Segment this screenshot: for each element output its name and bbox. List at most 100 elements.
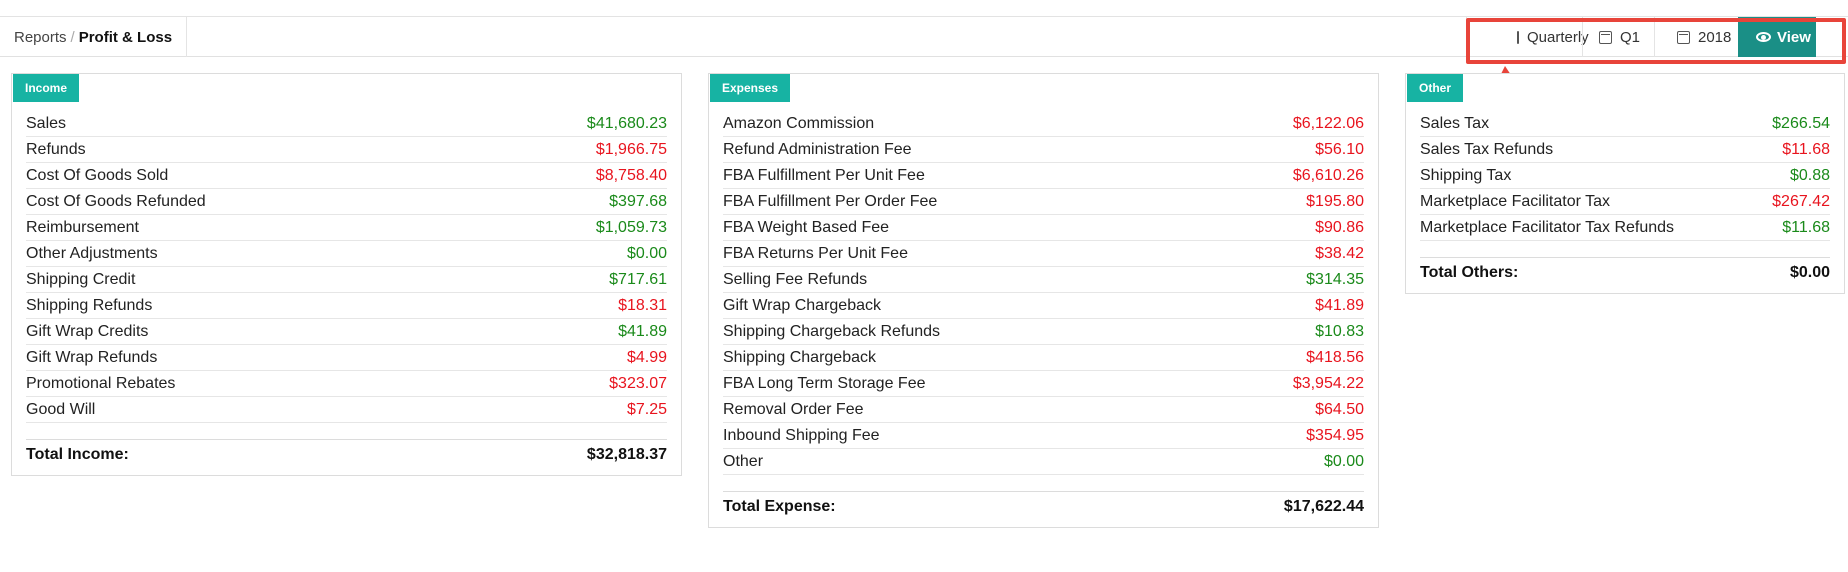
calendar-icon bbox=[1599, 30, 1612, 44]
row-value: $18.31 bbox=[618, 296, 667, 314]
table-row: FBA Fulfillment Per Order Fee $195.80 bbox=[723, 189, 1364, 215]
income-rows: Sales $41,680.23 Refunds $1,966.75 Cost Of G… bbox=[26, 111, 667, 423]
row-value: $7.25 bbox=[626, 400, 667, 418]
row-label: Gift Wrap Credits bbox=[26, 322, 149, 340]
period-select[interactable]: Quarterly bbox=[1466, 17, 1589, 57]
table-row: Gift Wrap Chargeback $41.89 bbox=[723, 293, 1364, 319]
row-value: $418.56 bbox=[1306, 348, 1364, 366]
row-value: $3,954.22 bbox=[1292, 374, 1364, 392]
row-value: $1,966.75 bbox=[595, 140, 667, 158]
period-label: Quarterly bbox=[1527, 28, 1589, 46]
row-label: Marketplace Facilitator Tax Refunds bbox=[1420, 218, 1675, 236]
row-label: FBA Long Term Storage Fee bbox=[723, 374, 926, 392]
expenses-panel: Expenses Amazon Commission $6,122.06 Refun… bbox=[708, 73, 1379, 528]
total-others-value: $0.00 bbox=[1789, 263, 1830, 281]
row-value: $397.68 bbox=[609, 192, 667, 210]
breadcrumb-current: Profit & Loss bbox=[78, 28, 173, 46]
year-select[interactable]: 2018 bbox=[1654, 17, 1738, 57]
row-label: Shipping Credit bbox=[26, 270, 136, 288]
total-income-label: Total Income: bbox=[26, 445, 129, 463]
row-value: $11.68 bbox=[1782, 218, 1830, 236]
income-total-row: Total Income: $32,818.37 bbox=[26, 439, 667, 469]
row-label: Other Adjustments bbox=[26, 244, 158, 262]
row-value: $195.80 bbox=[1306, 192, 1364, 210]
other-rows: Sales Tax $266.54 Sales Tax Refunds $11.68 S… bbox=[1420, 111, 1830, 241]
total-others-label: Total Others: bbox=[1420, 263, 1519, 281]
other-panel: Other Sales Tax $266.54 Sales Tax Refunds $… bbox=[1405, 73, 1845, 294]
table-row: Refunds $1,966.75 bbox=[26, 137, 667, 163]
table-row: Shipping Credit $717.61 bbox=[26, 267, 667, 293]
row-label: Promotional Rebates bbox=[26, 374, 176, 392]
row-label: Reimbursement bbox=[26, 218, 139, 236]
table-row: Promotional Rebates $323.07 bbox=[26, 371, 667, 397]
quarter-label: Q1 bbox=[1620, 28, 1641, 46]
row-label: Amazon Commission bbox=[723, 114, 875, 132]
eye-icon bbox=[1756, 32, 1771, 42]
row-label: FBA Fulfillment Per Order Fee bbox=[723, 192, 938, 210]
breadcrumb-reports-link[interactable]: Reports bbox=[14, 29, 67, 46]
table-row: Other Adjustments $0.00 bbox=[26, 241, 667, 267]
income-tag: Income bbox=[13, 74, 80, 102]
row-value: $64.50 bbox=[1315, 400, 1364, 418]
row-value: $38.42 bbox=[1315, 244, 1364, 262]
calendar-icon bbox=[1677, 30, 1690, 44]
quarter-select[interactable]: Q1 bbox=[1582, 17, 1654, 57]
row-value: $6,610.26 bbox=[1292, 166, 1364, 184]
row-value: $10.83 bbox=[1315, 322, 1364, 340]
table-row: Good Will $7.25 bbox=[26, 397, 667, 423]
table-row: Reimbursement $1,059.73 bbox=[26, 215, 667, 241]
table-row: Sales Tax Refunds $11.68 bbox=[1420, 137, 1830, 163]
row-value: $90.86 bbox=[1315, 218, 1364, 236]
income-panel: Income Sales $41,680.23 Refunds $1,966.75 Co… bbox=[11, 73, 682, 476]
row-label: FBA Fulfillment Per Unit Fee bbox=[723, 166, 925, 184]
row-label: Cost Of Goods Sold bbox=[26, 166, 169, 184]
report-filters: Quarterly Q1 2018 View bbox=[1466, 17, 1816, 57]
row-value: $11.68 bbox=[1782, 140, 1830, 158]
row-label: FBA Weight Based Fee bbox=[723, 218, 890, 236]
row-value: $56.10 bbox=[1315, 140, 1364, 158]
row-label: Selling Fee Refunds bbox=[723, 270, 868, 288]
table-row: Selling Fee Refunds $314.35 bbox=[723, 267, 1364, 293]
table-row: Shipping Chargeback $418.56 bbox=[723, 345, 1364, 371]
table-row: Shipping Tax $0.88 bbox=[1420, 163, 1830, 189]
breadcrumb-separator: / bbox=[70, 28, 75, 46]
row-value: $6,122.06 bbox=[1292, 114, 1364, 132]
table-row: Sales Tax $266.54 bbox=[1420, 111, 1830, 137]
year-label: 2018 bbox=[1698, 28, 1732, 46]
row-label: Gift Wrap Refunds bbox=[26, 348, 158, 366]
row-label: Refunds bbox=[26, 140, 86, 158]
other-tag: Other bbox=[1407, 74, 1464, 102]
view-button[interactable]: View bbox=[1738, 17, 1816, 57]
table-row: Marketplace Facilitator Tax Refunds $11.6… bbox=[1420, 215, 1830, 241]
table-row: Amazon Commission $6,122.06 bbox=[723, 111, 1364, 137]
total-income-value: $32,818.37 bbox=[586, 445, 667, 463]
row-label: Shipping Chargeback bbox=[723, 348, 876, 366]
row-label: Shipping Tax bbox=[1420, 166, 1512, 184]
row-value: $41.89 bbox=[618, 322, 667, 340]
table-row: Inbound Shipping Fee $354.95 bbox=[723, 423, 1364, 449]
table-row: FBA Returns Per Unit Fee $38.42 bbox=[723, 241, 1364, 267]
table-row: Sales $41,680.23 bbox=[26, 111, 667, 137]
table-row: FBA Fulfillment Per Unit Fee $6,610.26 bbox=[723, 163, 1364, 189]
row-value: $8,758.40 bbox=[595, 166, 667, 184]
table-row: Shipping Chargeback Refunds $10.83 bbox=[723, 319, 1364, 345]
row-label: Shipping Chargeback Refunds bbox=[723, 322, 941, 340]
row-value: $41,680.23 bbox=[586, 114, 667, 132]
row-value: $1,059.73 bbox=[595, 218, 667, 236]
row-value: $267.42 bbox=[1772, 192, 1830, 210]
row-label: Marketplace Facilitator Tax bbox=[1420, 192, 1610, 210]
table-row: Shipping Refunds $18.31 bbox=[26, 293, 667, 319]
row-label: FBA Returns Per Unit Fee bbox=[723, 244, 908, 262]
row-label: Shipping Refunds bbox=[26, 296, 153, 314]
row-label: Cost Of Goods Refunded bbox=[26, 192, 206, 210]
row-label: Good Will bbox=[26, 400, 96, 418]
total-expense-label: Total Expense: bbox=[723, 497, 836, 515]
row-value: $41.89 bbox=[1315, 296, 1364, 314]
table-row: Refund Administration Fee $56.10 bbox=[723, 137, 1364, 163]
row-value: $4.99 bbox=[626, 348, 667, 366]
row-value: $0.00 bbox=[1323, 452, 1364, 470]
row-value: $0.00 bbox=[626, 244, 667, 262]
row-value: $266.54 bbox=[1772, 114, 1830, 132]
row-label: Sales Tax Refunds bbox=[1420, 140, 1554, 158]
table-row: Gift Wrap Refunds $4.99 bbox=[26, 345, 667, 371]
